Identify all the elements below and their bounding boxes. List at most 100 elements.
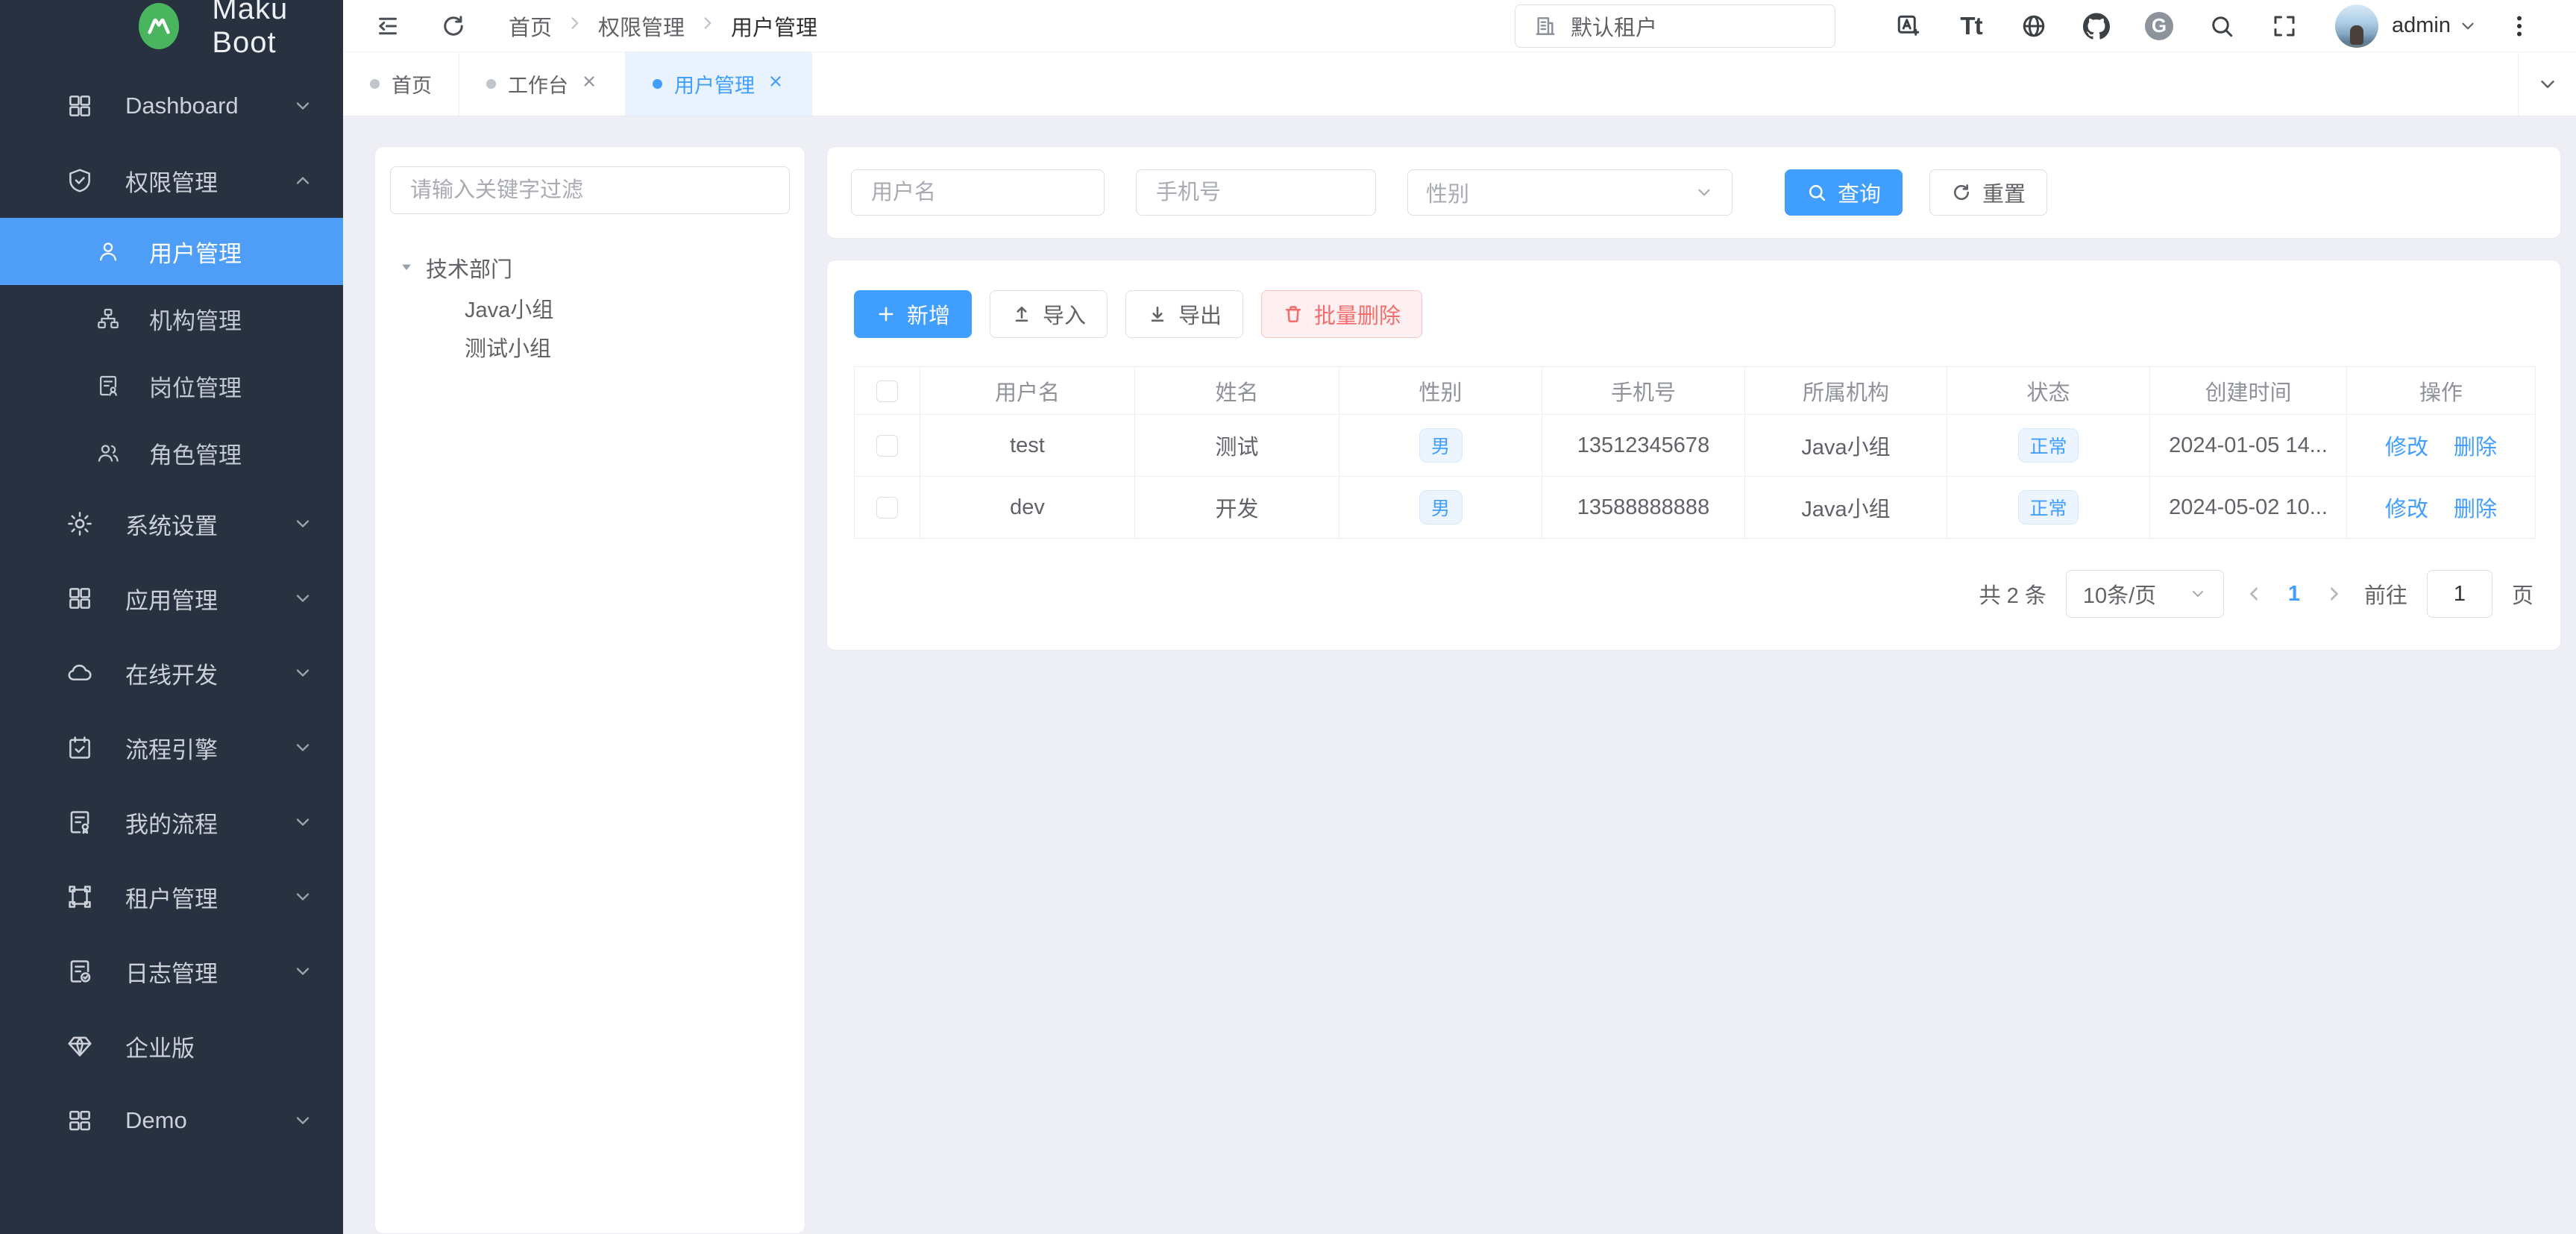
sidebar-item-org-management[interactable]: 机构管理 (0, 285, 343, 352)
frame-icon (66, 883, 94, 911)
batch-delete-button[interactable]: 批量删除 (1261, 290, 1422, 338)
reset-button[interactable]: 重置 (1929, 169, 2047, 216)
font-size-icon[interactable]: Tt (1955, 12, 1988, 40)
sidebar-item-label: Dashboard (125, 93, 239, 119)
chevron-down-icon (292, 95, 313, 116)
sidebar-fold-icon[interactable] (374, 13, 401, 40)
org-chart-icon (95, 306, 121, 331)
tree-filter-input[interactable] (390, 166, 790, 214)
tree-node-label: Java小组 (465, 292, 553, 324)
tab-home[interactable]: 首页 (343, 52, 459, 116)
export-button[interactable]: 导出 (1125, 290, 1243, 338)
row-checkbox[interactable] (876, 497, 898, 519)
sidebar-item-user-management[interactable]: 用户管理 (0, 218, 343, 285)
column-header: 手机号 (1542, 367, 1745, 415)
org-tree-panel: 技术部门 Java小组 测试小组 (374, 146, 805, 1234)
edit-link[interactable]: 修改 (2385, 436, 2428, 460)
prev-page-button[interactable] (2243, 583, 2264, 604)
sidebar-item-demo[interactable]: Demo (0, 1083, 343, 1158)
page-size-select[interactable]: 10条/页 (2066, 570, 2224, 618)
sidebar-item-enterprise[interactable]: 企业版 (0, 1009, 343, 1083)
tab-actions-dropdown[interactable] (2518, 52, 2576, 116)
tree-node-label: 技术部门 (426, 252, 512, 284)
tree-node-child[interactable]: 测试小组 (390, 328, 790, 366)
user-table-panel: 新增 导入 导出 批量删除 (826, 260, 2561, 651)
close-icon[interactable] (580, 72, 598, 95)
github-icon[interactable] (2080, 13, 2113, 40)
chevron-down-icon (2189, 585, 2207, 603)
search-button[interactable]: 查询 (1785, 169, 1903, 216)
goto-page-input[interactable] (2427, 570, 2492, 618)
cell-username: test (920, 415, 1135, 477)
sidebar-item-workflow-engine[interactable]: 流程引擎 (0, 710, 343, 785)
close-icon[interactable] (767, 72, 785, 95)
search-icon[interactable] (2205, 13, 2238, 40)
sidebar-item-dashboard[interactable]: Dashboard (0, 69, 343, 143)
gitee-label: G (2145, 12, 2173, 40)
apps-icon (66, 584, 94, 613)
breadcrumb-item[interactable]: 首页 (509, 10, 552, 42)
refresh-icon[interactable] (440, 13, 467, 40)
main-area: 首页 权限管理 用户管理 默认租户 Tt (343, 0, 2576, 1234)
chevron-down-icon (2458, 16, 2478, 36)
sidebar-item-post-management[interactable]: 岗位管理 (0, 352, 343, 419)
phone-field[interactable] (1136, 169, 1376, 216)
tab-workbench[interactable]: 工作台 (459, 52, 626, 116)
tab-dot (653, 79, 662, 89)
cell-username: dev (920, 477, 1135, 539)
sidebar-item-online-dev[interactable]: 在线开发 (0, 636, 343, 710)
pagination-total: 共 2 条 (1979, 578, 2046, 610)
sidebar-item-tenant-management[interactable]: 租户管理 (0, 859, 343, 934)
column-header: 状态 (1947, 367, 2150, 415)
diamond-icon (66, 1032, 94, 1060)
fullscreen-icon[interactable] (2268, 13, 2301, 40)
globe-icon[interactable] (2017, 13, 2050, 40)
sidebar-item-system-settings[interactable]: 系统设置 (0, 486, 343, 561)
breadcrumb-item[interactable]: 权限管理 (598, 10, 685, 42)
row-checkbox[interactable] (876, 435, 898, 457)
tree-node-child[interactable]: Java小组 (390, 289, 790, 328)
tab-label: 工作台 (508, 69, 568, 98)
user-menu[interactable]: admin (2392, 13, 2478, 38)
sidebar-item-permissions[interactable]: 权限管理 (0, 143, 343, 218)
username-field[interactable] (851, 169, 1105, 216)
logo: Maku Boot (0, 0, 343, 52)
tenant-select[interactable]: 默认租户 (1515, 4, 1835, 48)
sidebar-item-label: 流程引擎 (125, 731, 218, 765)
sidebar-item-log-management[interactable]: 日志管理 (0, 934, 343, 1009)
delete-link[interactable]: 删除 (2454, 436, 2497, 460)
translate-icon[interactable] (1892, 13, 1925, 40)
caret-down-icon[interactable] (399, 256, 414, 281)
sidebar-item-role-management[interactable]: 角色管理 (0, 419, 343, 486)
gender-select[interactable]: 性别 (1407, 169, 1732, 216)
next-page-button[interactable] (2324, 583, 2345, 604)
tab-user-management[interactable]: 用户管理 (626, 52, 812, 116)
sidebar-item-label: 租户管理 (125, 880, 218, 914)
gitee-icon[interactable]: G (2143, 12, 2176, 40)
tree-node-root[interactable]: 技术部门 (390, 247, 790, 289)
import-button[interactable]: 导入 (990, 290, 1108, 338)
delete-link[interactable]: 删除 (2454, 498, 2497, 522)
add-button[interactable]: 新增 (854, 290, 972, 338)
goto-label: 前往 (2364, 578, 2407, 610)
sidebar: Maku Boot Dashboard 权限管理 (0, 0, 343, 1234)
sidebar-item-my-workflow[interactable]: 我的流程 (0, 785, 343, 859)
sidebar-item-label: 系统设置 (125, 507, 218, 541)
document-badge-icon (66, 808, 94, 836)
edit-link[interactable]: 修改 (2385, 498, 2428, 522)
app-window: Maku Boot Dashboard 权限管理 (0, 0, 2576, 1234)
tabbar: 首页 工作台 用户管理 (343, 52, 2576, 116)
right-column: 性别 查询 重置 (826, 146, 2561, 1234)
user-avatar[interactable] (2335, 4, 2378, 48)
page-number[interactable]: 1 (2284, 582, 2305, 607)
chevron-down-icon (292, 961, 313, 982)
more-vertical-icon[interactable] (2503, 13, 2536, 40)
column-header: 用户名 (920, 367, 1135, 415)
content: 技术部门 Java小组 测试小组 性别 (343, 116, 2576, 1234)
cell-phone: 13512345678 (1542, 415, 1745, 477)
sidebar-item-label: 在线开发 (125, 657, 218, 690)
status-badge: 正常 (2018, 428, 2078, 463)
select-all-checkbox[interactable] (876, 380, 898, 402)
shield-check-icon (66, 166, 94, 195)
sidebar-item-app-management[interactable]: 应用管理 (0, 561, 343, 636)
